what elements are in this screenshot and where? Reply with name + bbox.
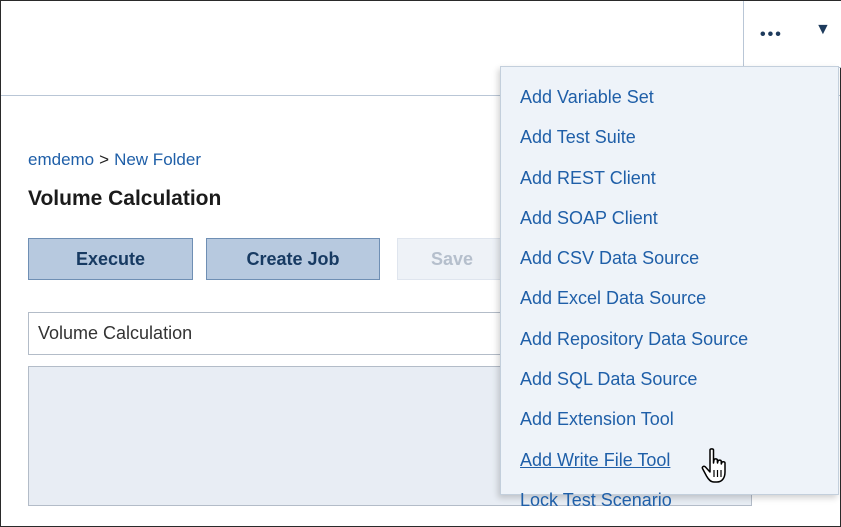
hand-pointer-icon [701, 448, 726, 483]
menu-item-label: Add Write File Tool [520, 449, 671, 470]
menu-item-label: Add Variable Set [520, 87, 654, 107]
menu-item-add-csv-data-source[interactable]: Add CSV Data Source [501, 242, 838, 282]
menu-item-add-repository-data-source[interactable]: Add Repository Data Source [501, 323, 838, 363]
menu-item-add-variable-set[interactable]: Add Variable Set [501, 81, 838, 121]
more-dots-icon: ••• [760, 26, 783, 43]
menu-item-add-test-suite[interactable]: Add Test Suite [501, 121, 838, 161]
menu-item-label: Add SQL Data Source [520, 369, 698, 390]
menu-item-label: Add REST Client [520, 167, 656, 188]
menu-item-add-rest-client[interactable]: Add REST Client [501, 162, 838, 202]
menu-item-add-soap-client[interactable]: Add SOAP Client [501, 202, 838, 242]
menu-item-label: Add Extension Tool [520, 409, 674, 430]
menu-item-label: Add Excel Data Source [520, 288, 707, 309]
create-job-button[interactable]: Create Job [206, 238, 380, 280]
more-actions-menu: Add Variable Set Add Test Suite Add REST… [500, 66, 839, 510]
menu-item-label: Add Test Suite [520, 127, 636, 148]
menu-item-label: Lock Test Scenario [520, 489, 672, 510]
menu-item-label: Add CSV Data Source [520, 248, 700, 269]
menu-item-add-extension-tool[interactable]: Add Extension Tool [501, 403, 838, 443]
breadcrumb: emdemo > New Folder [28, 150, 201, 170]
menu-item-label: Add Repository Data Source [520, 328, 749, 349]
breadcrumb-root-link[interactable]: emdemo [28, 150, 94, 169]
menu-item-add-excel-data-source[interactable]: Add Excel Data Source [501, 282, 838, 322]
more-actions-button[interactable]: ••• ▼ [743, 1, 841, 68]
menu-item-add-sql-data-source[interactable]: Add SQL Data Source [501, 363, 838, 403]
execute-button[interactable]: Execute [28, 238, 193, 280]
caret-down-icon: ▼ [815, 21, 831, 38]
page-title: Volume Calculation [28, 187, 222, 210]
breadcrumb-separator: > [99, 150, 110, 169]
menu-item-label: Add SOAP Client [520, 207, 658, 228]
menu-item-add-write-file-tool[interactable]: Add Write File Tool [501, 444, 838, 484]
breadcrumb-folder-link[interactable]: New Folder [114, 150, 201, 169]
save-button[interactable]: Save [397, 238, 507, 280]
menu-item-lock-test-scenario[interactable]: Lock Test Scenario [501, 484, 838, 524]
